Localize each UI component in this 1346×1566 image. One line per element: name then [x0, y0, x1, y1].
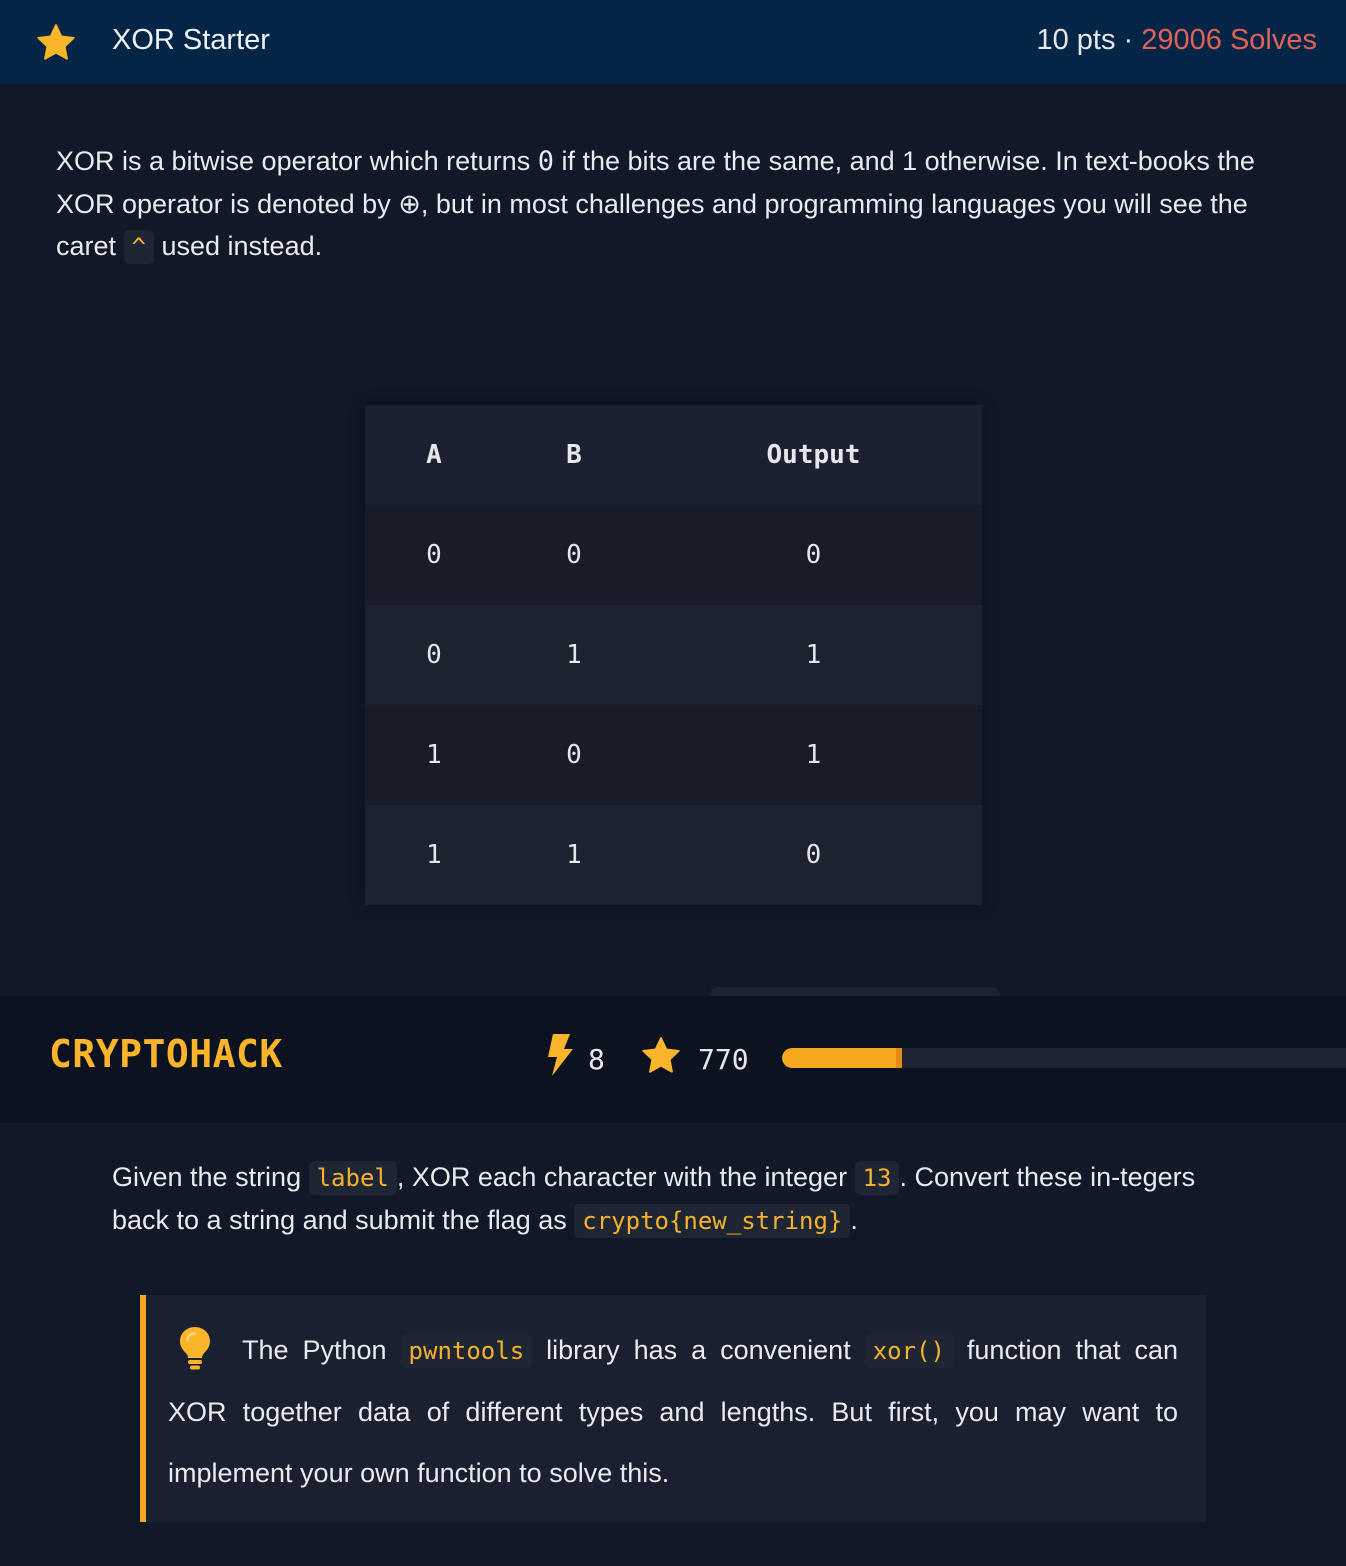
- task-text-2: , XOR each character with the integer: [396, 1162, 855, 1192]
- table-cell: 1: [503, 605, 645, 705]
- table-cell: 0: [365, 605, 503, 705]
- table-row: 1 1 0: [365, 805, 982, 905]
- hint-text-1: The Python: [242, 1335, 401, 1365]
- lightning-bolt-icon: [548, 1034, 573, 1076]
- intro-text-1: XOR is a bitwise operator which returns: [56, 146, 538, 176]
- points-label: 10 pts: [1036, 24, 1116, 56]
- table-cell: 0: [503, 705, 645, 805]
- challenge-header: XOR Starter 10 pts · 29006 Solves: [0, 0, 1346, 84]
- lightbulb-icon: [180, 1327, 210, 1370]
- integer-code: 13: [854, 1161, 900, 1195]
- table-row: 0 0 0: [365, 505, 982, 605]
- intro-zero: 0: [537, 146, 554, 177]
- task-text-1: Given the string: [112, 1162, 309, 1192]
- star-icon[interactable]: [34, 21, 78, 65]
- caret-code: ^: [123, 230, 154, 264]
- challenge-meta: 10 pts · 29006 Solves: [1036, 24, 1317, 57]
- table-row: 0 1 1: [365, 605, 982, 705]
- xor-truth-table: A B Output 0 0 0 0 1 1 1 0 1 1 1 0: [365, 405, 982, 905]
- flag-format-code: crypto{new_string}: [574, 1204, 851, 1238]
- brand-logo[interactable]: CRYPTOHACK: [49, 1032, 283, 1076]
- solves-count: 29006 Solves: [1141, 24, 1317, 56]
- level-progress-bar: [782, 1048, 1346, 1068]
- table-row: 1 0 1: [365, 705, 982, 805]
- table-cell: 1: [645, 705, 982, 805]
- column-header-b: B: [503, 405, 645, 505]
- table-cell: 0: [365, 505, 503, 605]
- table-header-row: A B Output: [365, 405, 982, 505]
- table-cell: 1: [645, 605, 982, 705]
- score-count: 770: [698, 1043, 749, 1076]
- table-cell: 0: [645, 505, 982, 605]
- table-cell: 1: [365, 805, 503, 905]
- table-cell: 0: [503, 505, 645, 605]
- table-cell: 1: [503, 805, 645, 905]
- column-header-output: Output: [645, 405, 982, 505]
- pwntools-code: pwntools: [400, 1334, 533, 1368]
- table-cell: 0: [645, 805, 982, 905]
- intro-text-3: used instead.: [153, 231, 323, 261]
- column-header-a: A: [365, 405, 503, 505]
- hint-text-2: library has a convenient: [532, 1335, 865, 1365]
- table-cell: 1: [365, 705, 503, 805]
- challenge-title: XOR Starter: [112, 24, 270, 56]
- task-description: Given the string label, XOR each charact…: [112, 1156, 1227, 1242]
- meta-separator: ·: [1115, 24, 1142, 56]
- site-navbar: CRYPTOHACK 8 770: [0, 996, 1346, 1123]
- hint-box: The Python pwntools library has a conven…: [140, 1295, 1206, 1522]
- star-icon: [642, 1037, 680, 1073]
- progress-cap: [896, 1048, 902, 1068]
- xor-function-code: xor(): [864, 1334, 953, 1368]
- label-code: label: [308, 1161, 397, 1195]
- task-text-4: .: [850, 1205, 858, 1235]
- xor-description: XOR is a bitwise operator which returns …: [56, 140, 1296, 268]
- streak-count: 8: [588, 1043, 605, 1076]
- progress-fill: [782, 1048, 902, 1068]
